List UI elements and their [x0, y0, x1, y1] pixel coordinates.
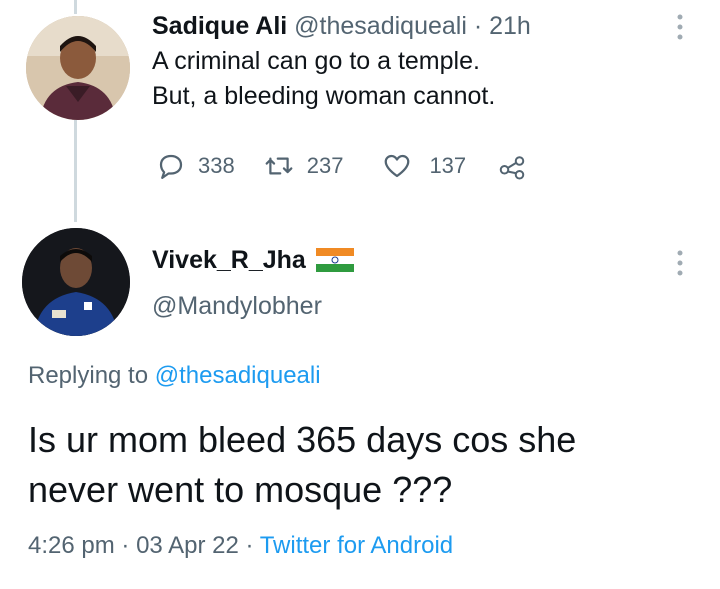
reply-icon — [156, 151, 186, 181]
tweet-date[interactable]: 03 Apr 22 — [136, 532, 239, 559]
tweet-meta: 4:26 pm · 03 Apr 22 · Twitter for Androi… — [28, 532, 453, 560]
reply-count: 338 — [198, 153, 235, 178]
replying-to-handle[interactable]: @thesadiqueali — [155, 362, 321, 389]
retweet-icon — [263, 151, 295, 181]
retweet-button[interactable]: 237 — [263, 151, 344, 181]
tweet-header: Sadique Ali @thesadiqueali · 21h — [152, 10, 692, 42]
reply-button[interactable]: 338 — [156, 151, 235, 181]
tweet-text: A criminal can go to a temple. But, a bl… — [152, 44, 692, 114]
display-name[interactable]: Sadique Ali — [152, 12, 287, 40]
tweet-time[interactable]: 4:26 pm — [28, 532, 115, 559]
tweet-original[interactable]: Sadique Ali @thesadiqueali · 21h A crimi… — [152, 10, 692, 114]
like-icon — [381, 151, 413, 181]
retweet-count: 237 — [306, 153, 344, 178]
handle[interactable]: @thesadiqueali — [294, 12, 467, 40]
more-icon[interactable] — [674, 248, 686, 283]
tweet-source[interactable]: Twitter for Android — [260, 532, 453, 559]
avatar[interactable] — [26, 16, 130, 120]
avatar-photo — [26, 16, 130, 120]
thread-line-top — [74, 0, 77, 14]
replying-to: Replying to @thesadiqueali — [28, 362, 321, 390]
separator: · — [121, 532, 130, 559]
like-button[interactable]: 137 — [381, 151, 466, 181]
share-icon — [496, 151, 528, 181]
tweet-text-line: But, a bleeding woman cannot. — [152, 82, 496, 110]
display-name[interactable]: Vivek_R_Jha — [152, 244, 306, 276]
more-icon[interactable] — [674, 12, 686, 47]
share-button[interactable] — [496, 151, 528, 181]
tweet-actions: 338 237 137 — [156, 146, 528, 186]
avatar-photo — [22, 228, 130, 336]
tweet-text-line: Is ur mom bleed 365 days cos she — [28, 419, 577, 460]
india-flag-icon — [315, 248, 354, 272]
handle[interactable]: @Mandylobher — [152, 290, 354, 322]
separator: · — [473, 12, 483, 40]
tweet-text-line: A criminal can go to a temple. — [152, 47, 480, 75]
separator: · — [245, 532, 254, 559]
display-name-row: Vivek_R_Jha — [152, 244, 354, 276]
replying-to-prefix: Replying to — [28, 362, 149, 389]
reply-author: Vivek_R_Jha @Mandylobher — [152, 244, 354, 322]
tweet-text-line: never went to mosque ??? — [28, 469, 453, 510]
thread-line — [74, 118, 77, 222]
avatar[interactable] — [22, 228, 130, 336]
like-count: 137 — [429, 153, 467, 178]
tweet-time[interactable]: 21h — [489, 12, 531, 40]
tweet-text: Is ur mom bleed 365 days cos she never w… — [28, 415, 708, 515]
